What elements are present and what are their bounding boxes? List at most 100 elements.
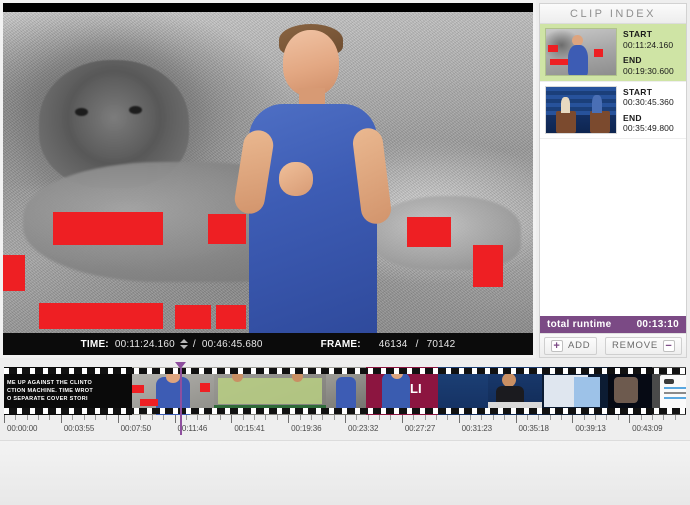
ruler-tick-minor xyxy=(435,415,437,420)
timeline[interactable]: ME UP AGAINST THE CLINTO CTION MACHINE. T… xyxy=(0,362,690,440)
clip-thumbnail[interactable] xyxy=(545,85,617,134)
time-stepper[interactable] xyxy=(179,339,188,349)
clip-list-item[interactable]: START 00:11:24.160 END 00:19:30.600 xyxy=(540,24,686,82)
stepper-down-icon[interactable] xyxy=(179,345,188,349)
video-clipper-app: TIME: 00:11:24.160 / 00:46:45.680 FRAME:… xyxy=(0,0,690,505)
ruler-tick-minor xyxy=(413,415,415,420)
ruler-tick-minor xyxy=(663,415,665,420)
ruler-tick-major xyxy=(117,415,119,423)
ruler-tick-minor xyxy=(49,415,51,420)
bottom-toolbar: OSD >_ ✂ Open Media Play Med xyxy=(0,440,690,505)
ruler-tick-minor xyxy=(219,415,221,420)
ruler-tick-minor xyxy=(197,415,199,420)
ruler-tick-minor xyxy=(185,415,187,420)
ruler-tick-minor xyxy=(254,415,256,420)
stepper-up-icon[interactable] xyxy=(179,339,188,343)
timeline-ruler[interactable]: 00:00:00 00:03:55 00:07:50 00:11:46 00:15:41… xyxy=(4,415,686,440)
ruler-tick-major xyxy=(231,415,233,423)
player-info-bar: TIME: 00:11:24.160 / 00:46:45.680 FRAME:… xyxy=(3,333,533,355)
video-stage[interactable]: TIME: 00:11:24.160 / 00:46:45.680 FRAME:… xyxy=(3,3,533,355)
ruler-tick-major xyxy=(572,415,574,423)
redaction-bar xyxy=(39,303,163,329)
playhead[interactable] xyxy=(175,362,186,435)
presenter-head xyxy=(283,30,339,96)
ruler-tick-minor xyxy=(83,415,85,420)
add-clip-label: ADD xyxy=(568,340,591,351)
ruler-tick-label: 00:07:50 xyxy=(120,424,151,433)
ruler-tick-minor xyxy=(367,415,369,420)
minus-icon: − xyxy=(663,339,675,352)
ruler-tick-minor xyxy=(390,415,392,420)
ruler-tick-minor xyxy=(651,415,653,420)
clip-end-value: 00:35:49.800 xyxy=(623,123,674,134)
ruler-tick-major xyxy=(629,415,631,423)
ruler-tick-label: 00:00:00 xyxy=(7,424,38,433)
ruler-tick-minor xyxy=(94,415,96,420)
clip-start-label: START xyxy=(623,29,653,39)
ruler-tick-minor xyxy=(322,415,324,420)
lion-eye-right xyxy=(129,106,142,114)
ruler-tick-label: 00:43:09 xyxy=(632,424,663,433)
clip-index-panel: CLIP INDEX START 00:11:24.160 END 00:19:… xyxy=(539,3,687,358)
ruler-tick-minor xyxy=(310,415,312,420)
time-total-value: 00:46:45.680 xyxy=(201,338,263,350)
total-runtime-value: 00:13:10 xyxy=(636,319,679,330)
ruler-tick-minor xyxy=(470,415,472,420)
clip-actions-bar: + ADD REMOVE − xyxy=(540,333,686,357)
lion-eye-left xyxy=(75,108,88,116)
ruler-tick-label: 00:23:32 xyxy=(348,424,379,433)
redaction-bar xyxy=(473,245,503,287)
ruler-tick-major xyxy=(401,415,403,423)
clip-list-item[interactable]: START 00:30:45.360 END 00:35:49.800 xyxy=(540,82,686,139)
thumb-redaction xyxy=(594,49,603,57)
ruler-tick-minor xyxy=(560,415,562,420)
ruler-tick-minor xyxy=(140,415,142,420)
ruler-tick-minor xyxy=(208,415,210,420)
ruler-tick-major xyxy=(4,415,5,423)
add-clip-button[interactable]: + ADD xyxy=(544,336,598,355)
clip-start-value: 00:30:45.360 xyxy=(623,97,674,108)
ruler-tick-minor xyxy=(242,415,244,420)
sprocket-holes-top xyxy=(4,368,686,374)
thumb-chair-right xyxy=(590,110,610,133)
ruler-tick-label: 00:35:18 xyxy=(518,424,549,433)
total-runtime-label: total runtime xyxy=(547,319,612,330)
clip-thumbnail[interactable] xyxy=(545,28,617,76)
clip-list[interactable]: START 00:11:24.160 END 00:19:30.600 STAR… xyxy=(540,24,686,316)
redaction-bar xyxy=(175,305,211,329)
ruler-tick-minor xyxy=(333,415,335,420)
time-current-value[interactable]: 00:11:24.160 xyxy=(115,339,175,350)
ruler-tick-minor xyxy=(549,415,551,420)
filmstrip[interactable]: ME UP AGAINST THE CLINTO CTION MACHINE. T… xyxy=(4,367,686,415)
clip-end-value: 00:19:30.600 xyxy=(623,65,674,76)
redaction-bar xyxy=(3,255,25,291)
thumb-host-figure xyxy=(592,94,602,113)
ruler-tick-minor xyxy=(129,415,131,420)
clip-start-value: 00:11:24.160 xyxy=(623,39,674,50)
ruler-tick-minor xyxy=(356,415,358,420)
ruler-tick-minor xyxy=(504,415,506,420)
ruler-tick-label: 00:31:23 xyxy=(461,424,492,433)
ruler-tick-label: 00:27:27 xyxy=(404,424,436,433)
clip-index-title: CLIP INDEX xyxy=(540,4,686,24)
time-separator: / xyxy=(192,338,196,350)
ruler-tick-label: 00:19:36 xyxy=(291,424,322,433)
ruler-tick-minor xyxy=(299,415,301,420)
remove-clip-label: REMOVE xyxy=(612,340,658,351)
presenter-figure xyxy=(231,12,396,334)
frame-current-value[interactable]: 46134 xyxy=(379,339,408,350)
ruler-tick-label: 00:15:41 xyxy=(234,424,265,433)
redaction-bar xyxy=(407,217,451,247)
ruler-tick-major xyxy=(288,415,290,423)
redaction-bar xyxy=(216,305,246,329)
remove-clip-button[interactable]: REMOVE − xyxy=(605,336,682,355)
ruler-tick-minor xyxy=(538,415,540,420)
thumb-redaction xyxy=(548,45,558,52)
ruler-tick-label: 00:03:55 xyxy=(63,424,95,433)
thumb-guest-figure xyxy=(561,96,570,113)
ruler-tick-minor xyxy=(526,415,528,420)
ruler-tick-minor xyxy=(38,415,40,420)
ruler-tick-major xyxy=(345,415,346,423)
ruler-tick-minor xyxy=(640,415,642,420)
ruler-tick-minor xyxy=(674,415,676,420)
